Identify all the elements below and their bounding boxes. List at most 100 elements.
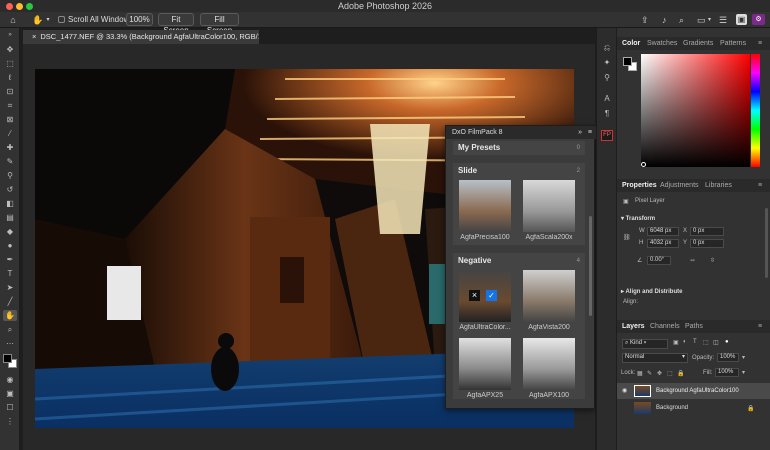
width-field[interactable]: 6048 px: [647, 227, 679, 236]
search-icon[interactable]: ⌕: [679, 15, 684, 25]
healing-brush-tool-icon[interactable]: ✚: [3, 142, 17, 153]
more-tools-icon[interactable]: ⋯: [3, 338, 17, 349]
workspace-icon[interactable]: ▭: [697, 15, 706, 25]
foreground-color-swatch[interactable]: [3, 354, 12, 363]
paragraph-panel-icon[interactable]: ¶: [600, 108, 614, 119]
lasso-tool-icon[interactable]: ℓ: [3, 72, 17, 83]
preset-thumbnail-selected[interactable]: × ✓: [459, 270, 511, 322]
lock-pixels-icon[interactable]: ✎: [647, 370, 652, 377]
flip-horizontal-icon[interactable]: ⇿: [690, 257, 695, 264]
tab-channels[interactable]: Channels: [650, 320, 680, 333]
blur-tool-icon[interactable]: ◆: [3, 226, 17, 237]
clone-source-icon[interactable]: ⚲: [600, 72, 614, 83]
dxo-extension-icon[interactable]: ⚙: [752, 14, 765, 25]
color-picker-field[interactable]: [641, 54, 750, 167]
lock-artboard-icon[interactable]: ⬚: [667, 370, 673, 377]
preset-thumbnail[interactable]: [459, 338, 511, 390]
properties-panel-menu-icon[interactable]: ≡: [758, 179, 762, 192]
crop-tool-icon[interactable]: ⌗: [3, 100, 17, 111]
tab-gradients[interactable]: Gradients: [683, 37, 713, 50]
height-field[interactable]: 4032 px: [647, 239, 679, 248]
filter-pixel-icon[interactable]: ▣: [673, 339, 679, 346]
preset-thumbnail[interactable]: [523, 180, 575, 232]
collapse-icon[interactable]: »: [3, 30, 17, 41]
bell-icon[interactable]: ♪: [662, 15, 667, 25]
preset-thumbnail[interactable]: [459, 180, 511, 232]
quick-mask-icon[interactable]: ◉: [3, 374, 17, 385]
layer-filter-kind[interactable]: ⌕ Kind ▾: [622, 339, 668, 349]
document-tab[interactable]: × DSC_1477.NEF @ 33.3% (Background AgfaUl…: [23, 30, 259, 44]
zoom-100-button[interactable]: 100%: [126, 13, 153, 26]
my-presets-section[interactable]: My Presets 0: [453, 141, 585, 155]
gradient-tool-icon[interactable]: ▤: [3, 212, 17, 223]
x-field[interactable]: 0 px: [690, 227, 724, 236]
clone-stamp-tool-icon[interactable]: ⚲: [3, 170, 17, 181]
collapse-panel-icon[interactable]: »: [578, 126, 582, 139]
preset-thumbnail[interactable]: [523, 270, 575, 322]
history-brush-tool-icon[interactable]: ↺: [3, 184, 17, 195]
edit-toolbar-icon[interactable]: ☐: [3, 402, 17, 413]
close-document-icon[interactable]: ×: [32, 32, 36, 41]
tab-properties[interactable]: Properties: [622, 179, 657, 192]
layer-name[interactable]: Background: [656, 405, 688, 411]
link-dimensions-icon[interactable]: ⛓: [623, 234, 631, 241]
filmpack-plugin-icon[interactable]: FP: [601, 130, 613, 141]
color-picker-cursor[interactable]: [641, 162, 646, 167]
tab-patterns[interactable]: Patterns: [720, 37, 746, 50]
blend-mode-select[interactable]: Normal ▾: [622, 353, 688, 363]
y-field[interactable]: 0 px: [690, 239, 724, 248]
minimize-window-button[interactable]: [16, 3, 23, 10]
apply-preset-icon[interactable]: ✓: [486, 290, 497, 301]
lock-position-icon[interactable]: ✥: [657, 370, 662, 377]
dodge-tool-icon[interactable]: ●: [3, 240, 17, 251]
type-tool-icon[interactable]: T: [3, 268, 17, 279]
share-icon[interactable]: ⇪: [641, 15, 649, 25]
foreground-color[interactable]: [623, 57, 632, 66]
filter-smart-object-icon[interactable]: ◫: [713, 339, 719, 346]
filmpack-scrollbar[interactable]: [589, 216, 592, 316]
tab-adjustments[interactable]: Adjustments: [660, 179, 699, 192]
line-tool-icon[interactable]: ╱: [3, 296, 17, 307]
panel-menu-icon[interactable]: ≡: [588, 126, 592, 139]
history-panel-icon[interactable]: ⎌: [600, 42, 614, 53]
angle-field[interactable]: 0.00°: [647, 256, 671, 265]
hand-tool-icon[interactable]: ✋: [3, 310, 17, 321]
eraser-tool-icon[interactable]: ◧: [3, 198, 17, 209]
cancel-preset-icon[interactable]: ×: [469, 290, 480, 301]
brush-settings-icon[interactable]: ✦: [600, 57, 614, 68]
lock-transparency-icon[interactable]: ▦: [637, 370, 643, 377]
filter-toggle-icon[interactable]: ●: [725, 339, 729, 345]
move-tool-icon[interactable]: ✥: [3, 44, 17, 55]
hand-tool-icon[interactable]: ✋: [32, 15, 44, 25]
fill-field[interactable]: 100%: [715, 368, 739, 377]
hue-slider[interactable]: [751, 54, 760, 167]
transform-section[interactable]: ▾ Transform: [621, 215, 655, 222]
filter-adjustment-icon[interactable]: ◐: [683, 339, 687, 345]
tab-color[interactable]: Color: [622, 37, 640, 50]
close-window-button[interactable]: [6, 3, 13, 10]
layers-panel-menu-icon[interactable]: ≡: [758, 320, 762, 333]
align-section[interactable]: ▸ Align and Distribute: [621, 288, 682, 295]
brush-tool-icon[interactable]: ✎: [3, 156, 17, 167]
lock-all-icon[interactable]: 🔒: [677, 370, 684, 377]
filter-shape-icon[interactable]: ⬚: [703, 339, 709, 346]
visibility-eye-icon[interactable]: ◉: [622, 387, 627, 394]
fill-screen-button[interactable]: Fill Screen: [200, 13, 239, 35]
zoom-window-button[interactable]: [26, 3, 33, 10]
tab-paths[interactable]: Paths: [685, 320, 703, 333]
filter-type-icon[interactable]: T: [693, 339, 697, 345]
flip-vertical-icon[interactable]: ⇳: [710, 257, 715, 264]
tab-swatches[interactable]: Swatches: [647, 37, 677, 50]
layer-name[interactable]: Background AgfaUltraColor100: [656, 388, 739, 394]
zoom-tool-icon[interactable]: ⌕: [3, 324, 17, 335]
frame-icon[interactable]: ▣: [736, 14, 747, 25]
layer-row-selected[interactable]: ◉ Background AgfaUltraColor100: [617, 383, 770, 399]
filmpack-header[interactable]: DxO FilmPack 8 » ≡: [446, 126, 596, 139]
frame-tool-icon[interactable]: ⊠: [3, 114, 17, 125]
opacity-field[interactable]: 100%: [717, 353, 739, 362]
screen-mode-icon[interactable]: ▣: [3, 388, 17, 399]
path-select-tool-icon[interactable]: ➤: [3, 282, 17, 293]
workspace-chevron-icon[interactable]: ▾: [708, 15, 711, 25]
character-panel-icon[interactable]: A: [600, 93, 614, 104]
discover-icon[interactable]: ☰: [719, 15, 727, 25]
